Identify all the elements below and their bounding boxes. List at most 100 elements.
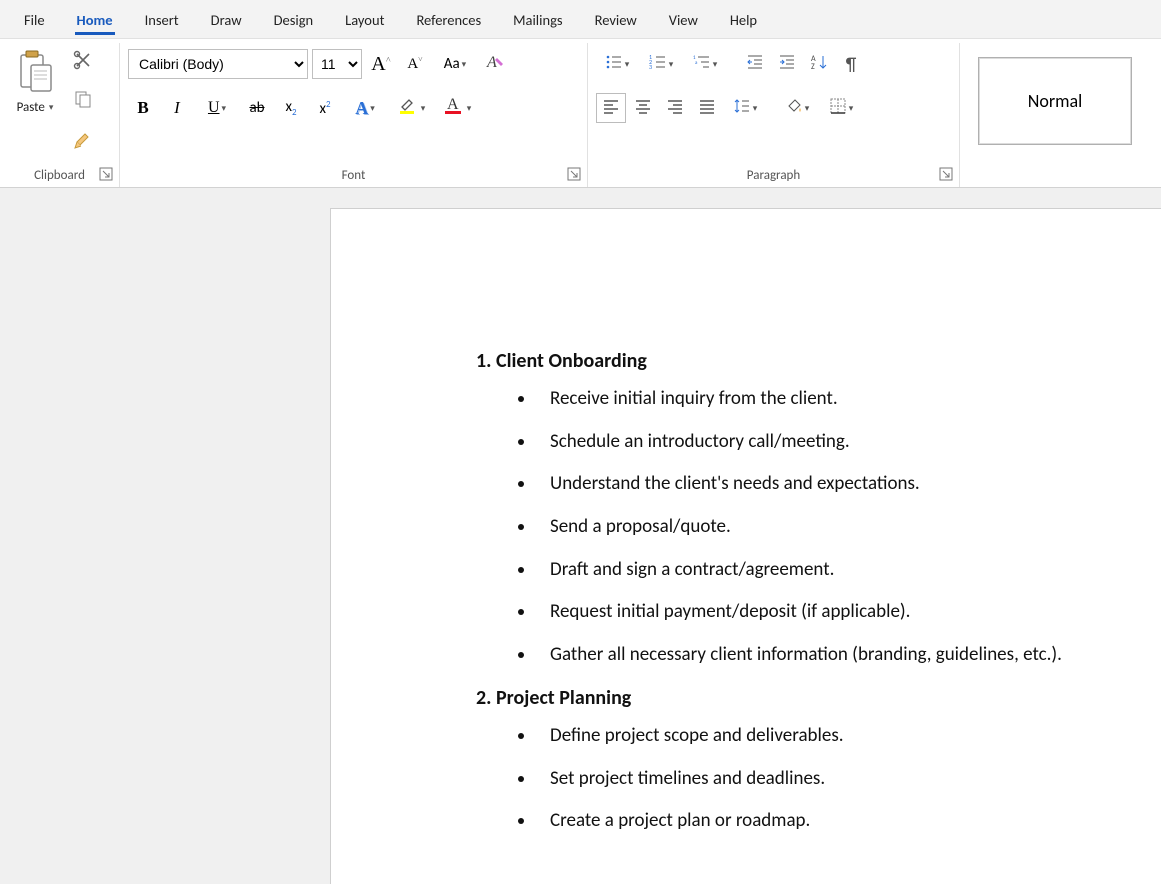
font-color-icon: A xyxy=(443,95,465,122)
list-item[interactable]: Create a project plan or roadmap. xyxy=(536,809,1161,834)
list-item[interactable]: Receive initial inquiry from the client. xyxy=(536,387,1161,412)
text-effects-icon: A xyxy=(355,98,368,119)
bullet-list-icon xyxy=(605,53,623,76)
list-item[interactable]: Send a proposal/quote. xyxy=(536,515,1161,540)
align-left-icon xyxy=(602,97,620,120)
group-label-paragraph: Paragraph xyxy=(588,168,959,183)
tab-references[interactable]: References xyxy=(400,3,497,35)
chevron-down-icon: ▾ xyxy=(625,59,630,70)
indent-icon xyxy=(778,53,796,76)
section-heading[interactable]: 1. Client Onboarding xyxy=(476,349,1161,373)
tab-design[interactable]: Design xyxy=(258,3,330,35)
underline-button[interactable]: U▾ xyxy=(196,93,238,123)
font-color-button[interactable]: A ▾ xyxy=(436,93,478,123)
font-size-select[interactable]: 11 xyxy=(312,49,362,79)
list-item[interactable]: Set project timelines and deadlines. xyxy=(536,767,1161,792)
section-list: Receive initial inquiry from the client.… xyxy=(476,387,1161,668)
subscript-button[interactable]: x2 xyxy=(276,93,306,123)
chevron-down-icon: ▾ xyxy=(462,59,467,70)
text-effects-button[interactable]: A▾ xyxy=(344,93,386,123)
chevron-down-icon: ▾ xyxy=(669,59,674,70)
align-center-button[interactable] xyxy=(628,93,658,123)
subscript-icon: x2 xyxy=(285,98,296,118)
font-name-select[interactable]: Calibri (Body) xyxy=(128,49,308,79)
ribbon: Paste▾ Clip xyxy=(0,38,1161,188)
justify-button[interactable] xyxy=(692,93,722,123)
line-spacing-icon xyxy=(733,97,751,120)
increase-font-icon: A˄ xyxy=(371,53,391,76)
group-styles: Normal xyxy=(960,43,1150,187)
svg-text:3: 3 xyxy=(649,63,652,71)
shrink-font-button[interactable]: A˅ xyxy=(400,49,430,79)
tab-review[interactable]: Review xyxy=(579,3,653,35)
chevron-down-icon: ▾ xyxy=(753,103,758,114)
chevron-down-icon: ▾ xyxy=(805,103,810,114)
bullets-button[interactable]: ▾ xyxy=(596,49,638,79)
group-font: Calibri (Body) 11 A˄ A˅ Aa▾ A xyxy=(120,43,588,187)
line-spacing-button[interactable]: ▾ xyxy=(724,93,766,123)
svg-text:a: a xyxy=(695,60,698,66)
increase-indent-button[interactable] xyxy=(772,49,802,79)
bold-button[interactable]: B xyxy=(128,93,158,123)
change-case-icon: Aa xyxy=(444,55,460,73)
strikethrough-icon: ab xyxy=(249,99,264,117)
list-item[interactable]: Understand the client's needs and expect… xyxy=(536,472,1161,497)
tab-layout[interactable]: Layout xyxy=(329,3,400,35)
number-list-icon: 123 xyxy=(649,53,667,76)
grow-font-button[interactable]: A˄ xyxy=(366,49,396,79)
clipboard-dialog-launcher[interactable] xyxy=(99,167,113,181)
tab-draw[interactable]: Draw xyxy=(195,3,258,35)
strikethrough-button[interactable]: ab xyxy=(242,93,272,123)
list-item[interactable]: Define project scope and deliverables. xyxy=(536,724,1161,749)
align-left-button[interactable] xyxy=(596,93,626,123)
superscript-button[interactable]: x2 xyxy=(310,93,340,123)
multilevel-list-icon: 1a xyxy=(693,53,711,76)
format-painter-button[interactable] xyxy=(68,128,98,155)
align-center-icon xyxy=(634,97,652,120)
style-normal[interactable]: Normal xyxy=(978,57,1132,145)
clear-format-icon: A xyxy=(485,52,505,77)
font-dialog-launcher[interactable] xyxy=(567,167,581,181)
section-heading[interactable]: 2. Project Planning xyxy=(476,686,1161,710)
tab-view[interactable]: View xyxy=(653,3,714,35)
list-item[interactable]: Request initial payment/deposit (if appl… xyxy=(536,600,1161,625)
tab-mailings[interactable]: Mailings xyxy=(497,3,578,35)
decrease-indent-button[interactable] xyxy=(740,49,770,79)
paragraph-dialog-launcher[interactable] xyxy=(939,167,953,181)
svg-text:A: A xyxy=(447,96,459,113)
copy-button[interactable] xyxy=(68,88,98,115)
outdent-icon xyxy=(746,53,764,76)
multilevel-list-button[interactable]: 1a▾ xyxy=(684,49,726,79)
tab-help[interactable]: Help xyxy=(714,3,773,35)
numbering-button[interactable]: 123▾ xyxy=(640,49,682,79)
cut-button[interactable] xyxy=(68,49,98,76)
group-label-font: Font xyxy=(120,168,587,183)
show-marks-button[interactable]: ¶ xyxy=(836,49,866,79)
tab-home[interactable]: Home xyxy=(61,3,129,35)
paste-button[interactable]: Paste▾ xyxy=(8,45,62,155)
clipboard-paste-icon xyxy=(17,49,53,98)
list-item[interactable]: Schedule an introductory call/meeting. xyxy=(536,430,1161,455)
clear-formatting-button[interactable]: A xyxy=(480,49,510,79)
borders-icon xyxy=(829,97,847,120)
highlight-button[interactable]: ▾ xyxy=(390,93,432,123)
chevron-down-icon: ▾ xyxy=(222,103,227,114)
change-case-button[interactable]: Aa▾ xyxy=(434,49,476,79)
decrease-font-icon: A˅ xyxy=(407,55,422,73)
list-item[interactable]: Gather all necessary client information … xyxy=(536,643,1161,668)
italic-button[interactable]: I xyxy=(162,93,192,123)
shading-button[interactable]: ▾ xyxy=(776,93,818,123)
superscript-icon: x2 xyxy=(319,99,330,118)
list-item[interactable]: Draft and sign a contract/agreement. xyxy=(536,558,1161,583)
tab-file[interactable]: File xyxy=(8,3,61,35)
page[interactable]: 1. Client Onboarding Receive initial inq… xyxy=(330,208,1161,884)
svg-text:A: A xyxy=(486,54,497,71)
sort-button[interactable]: AZ xyxy=(804,49,834,79)
align-right-button[interactable] xyxy=(660,93,690,123)
tab-insert[interactable]: Insert xyxy=(129,3,195,35)
borders-button[interactable]: ▾ xyxy=(820,93,862,123)
document-area[interactable]: 1. Client Onboarding Receive initial inq… xyxy=(0,188,1161,884)
chevron-down-icon: ▾ xyxy=(849,103,854,114)
italic-icon: I xyxy=(174,98,180,118)
svg-text:Z: Z xyxy=(811,62,815,71)
